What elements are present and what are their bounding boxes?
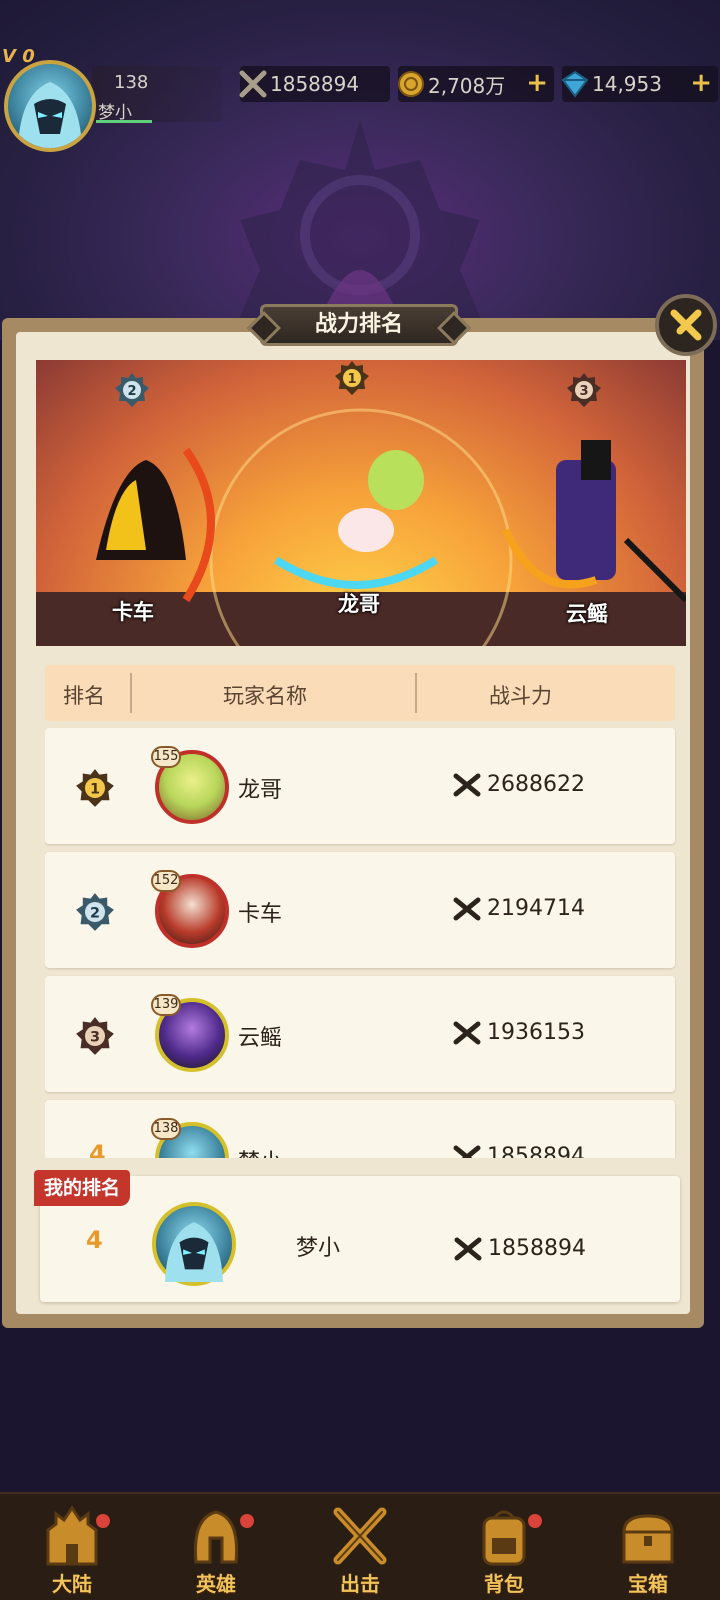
svg-text:2: 2 [127, 384, 136, 399]
crossed-swords-icon [236, 67, 270, 101]
player-power: 2688622 [453, 772, 585, 797]
podium-banner: 2 1 3 卡车 龙哥 云鳐 [36, 360, 686, 646]
close-icon [670, 309, 702, 341]
ranking-table-header: 排名 玩家名称 战斗力 [45, 665, 675, 721]
nav-item-attack[interactable]: 出击 [288, 1494, 432, 1600]
crossed-swords-icon [453, 897, 481, 920]
column-divider [130, 673, 132, 713]
player-level-badge: 139 [151, 994, 181, 1016]
my-avatar[interactable] [152, 1202, 236, 1286]
table-row[interactable]: 1 155 龙哥 2688622 [45, 728, 675, 844]
rank-number: 4 [89, 1140, 106, 1158]
my-rank-card: 4 梦小 1858894 [40, 1176, 680, 1302]
nav-label: 宝箱 [628, 1572, 668, 1596]
player-info: 138 梦小 [92, 66, 222, 123]
nav-item-backpack[interactable]: 背包 [432, 1494, 576, 1600]
crossed-swords-icon [453, 1145, 481, 1158]
column-divider [415, 673, 417, 713]
player-name: 梦小 [238, 1144, 282, 1158]
rank-3-medal-icon: 3 [76, 1017, 114, 1055]
close-button[interactable] [655, 294, 717, 356]
my-power: 1858894 [454, 1236, 586, 1261]
svg-text:2: 2 [90, 906, 100, 922]
top-hud: V 0 138 梦小 1858894 2,708万 + 14,953 + [0, 46, 720, 152]
rank-3-medal-icon: 3 [567, 373, 601, 407]
xp-bar [96, 120, 152, 123]
rank-2-medal-icon: 2 [76, 893, 114, 931]
my-rank-number: 4 [86, 1226, 103, 1254]
backpack-icon [482, 1510, 526, 1566]
add-gem-button[interactable]: + [690, 68, 712, 98]
player-power: 1858894 [453, 1144, 585, 1158]
column-rank: 排名 [63, 684, 105, 708]
podium-name-rank-2: 卡车 [112, 600, 154, 624]
player-power: 2194714 [453, 896, 585, 921]
helmet-icon [193, 1510, 239, 1564]
podium-name-rank-3: 云鳐 [566, 602, 608, 626]
notification-dot [240, 1514, 254, 1528]
rank-1-medal-icon: 1 [76, 769, 114, 807]
my-rank-tag: 我的排名 [34, 1170, 131, 1206]
treasure-chest-icon [622, 1514, 674, 1564]
player-level-badge: 155 [151, 746, 181, 768]
player-avatar[interactable] [4, 60, 96, 152]
player-level-badge: 138 [151, 1118, 181, 1140]
nav-label: 大陆 [52, 1572, 92, 1596]
podium-name-rank-1: 龙哥 [338, 592, 380, 616]
player-name: 卡车 [238, 902, 283, 927]
crossed-swords-icon [454, 1237, 482, 1260]
nav-item-continent[interactable]: 大陆 [0, 1494, 144, 1600]
add-gold-button[interactable]: + [526, 68, 548, 98]
notification-dot [528, 1514, 542, 1528]
nav-label: 出击 [340, 1572, 380, 1596]
nav-label: 背包 [484, 1572, 524, 1596]
player-name: 龙哥 [238, 778, 283, 803]
crossed-swords-icon [453, 773, 481, 796]
player-level: 138 [114, 72, 149, 93]
rank-2-medal-icon: 2 [115, 373, 149, 407]
crossed-swords-icon [333, 1507, 387, 1565]
player-power: 1936153 [453, 1020, 585, 1045]
gem-display: 14,953 + [561, 66, 718, 102]
table-row[interactable]: 4 138 梦小 1858894 [45, 1100, 675, 1158]
table-row[interactable]: 3 139 云鳐 1936153 [45, 976, 675, 1092]
rank-1-medal-icon: 1 [335, 361, 369, 395]
power-value: 1858894 [270, 72, 360, 96]
gem-value: 14,953 [592, 72, 662, 96]
player-name: 云鳐 [238, 1026, 283, 1051]
hooded-hero-icon [18, 82, 82, 148]
hooded-hero-icon [165, 1222, 223, 1282]
table-row[interactable]: 2 152 卡车 2194714 [45, 852, 675, 968]
my-name: 梦小 [296, 1236, 341, 1261]
castle-icon [46, 1505, 98, 1566]
player-level-badge: 152 [151, 870, 181, 892]
nav-item-heroes[interactable]: 英雄 [144, 1494, 288, 1600]
gem-icon [558, 67, 592, 101]
svg-text:1: 1 [347, 372, 356, 387]
nav-label: 英雄 [196, 1572, 236, 1596]
column-player-name: 玩家名称 [223, 684, 307, 708]
gold-display: 2,708万 + [398, 66, 554, 102]
svg-text:1: 1 [90, 782, 100, 798]
panel-title: 战力排名 [260, 304, 458, 346]
ranking-list[interactable]: 1 155 龙哥 2688622 2 152 卡车 2194714 3 139 [45, 728, 677, 1158]
notification-dot [96, 1514, 110, 1528]
svg-text:3: 3 [90, 1030, 100, 1046]
svg-text:3: 3 [579, 384, 588, 399]
nav-item-chest[interactable]: 宝箱 [576, 1494, 720, 1600]
crossed-swords-icon [453, 1021, 481, 1044]
column-power: 战斗力 [489, 684, 552, 708]
coin-icon [394, 67, 428, 101]
power-display: 1858894 [239, 66, 390, 102]
gold-value: 2,708万 [428, 73, 506, 98]
bottom-nav: 大陆 英雄 出击 背包 宝箱 [0, 1492, 720, 1600]
